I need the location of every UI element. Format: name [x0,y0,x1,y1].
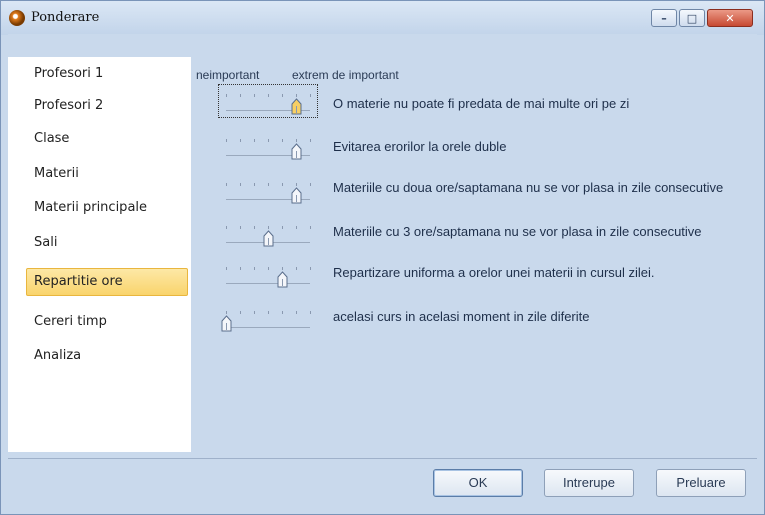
slider-tick [254,94,255,97]
importance-slider[interactable] [218,129,318,163]
slider-tick [282,139,283,142]
minimize-icon: – [661,11,667,25]
slider-tick [240,183,241,186]
slider-tick [268,267,269,270]
slider-tick [226,94,227,97]
slider-tick [282,94,283,97]
slider-tick [296,139,297,142]
slider-tick [254,226,255,229]
slider-tick [254,183,255,186]
slider-track [226,327,310,328]
scale-min-label: neimportant [196,68,260,82]
footer-divider [8,458,757,459]
constraint-label: Repartizare uniforma a orelor unei mater… [333,265,655,280]
sidebar-item-materii-principale[interactable]: Materii principale [26,194,196,222]
sidebar-item-clase[interactable]: Clase [26,125,196,153]
slider-tick [296,94,297,97]
importance-slider[interactable] [218,301,318,335]
slider-tick [268,226,269,229]
slider-tick [240,94,241,97]
slider-tick [296,226,297,229]
slider-tick [310,139,311,142]
slider-thumb[interactable] [291,98,302,115]
slider-tick [240,311,241,314]
slider-tick [268,139,269,142]
apply-button[interactable]: Preluare [656,469,746,497]
slider-thumb[interactable] [277,271,288,288]
slider-track [226,283,310,284]
slider-thumb[interactable] [221,315,232,332]
slider-tick [296,267,297,270]
constraint-label: Materiile cu doua ore/saptamana nu se vo… [333,180,724,195]
slider-tick [254,267,255,270]
slider-tick [254,139,255,142]
importance-slider[interactable] [218,173,318,207]
importance-slider[interactable] [218,257,318,291]
minimize-button[interactable]: – [651,9,677,27]
slider-tick [268,311,269,314]
sidebar-item-analiza[interactable]: Analiza [26,342,196,370]
importance-slider[interactable] [218,84,318,118]
slider-tick [296,311,297,314]
constraint-label: O materie nu poate fi predata de mai mul… [333,96,630,111]
maximize-icon: □ [686,11,698,25]
title-bar[interactable]: Ponderare – □ ✕ [1,1,764,35]
sidebar: Profesori 1 Profesori 2 Clase Materii Ma… [8,57,191,452]
constraint-label: Materiile cu 3 ore/saptamana nu se vor p… [333,224,702,239]
cancel-button[interactable]: Intrerupe [544,469,634,497]
slider-thumb[interactable] [291,187,302,204]
slider-tick [226,311,227,314]
close-button[interactable]: ✕ [707,9,753,27]
slider-tick [310,226,311,229]
slider-tick [240,226,241,229]
window-title: Ponderare [31,10,100,25]
slider-tick [310,311,311,314]
slider-tick [282,226,283,229]
slider-tick [268,183,269,186]
importance-slider[interactable] [218,216,318,250]
slider-tick [310,94,311,97]
slider-tick [254,311,255,314]
slider-tick [296,183,297,186]
constraint-label: acelasi curs in acelasi moment in zile d… [333,309,590,324]
slider-tick [240,267,241,270]
slider-thumb[interactable] [263,230,274,247]
sidebar-item-profesori-2[interactable]: Profesori 2 [26,92,196,120]
slider-tick [282,183,283,186]
slider-tick [226,139,227,142]
slider-tick [268,94,269,97]
slider-tick [226,183,227,186]
constraint-label: Evitarea erorilor la orele duble [333,139,507,154]
slider-tick [226,267,227,270]
slider-thumb[interactable] [291,143,302,160]
slider-tick [310,267,311,270]
app-icon [9,10,25,26]
close-icon: ✕ [725,11,735,25]
sidebar-item-materii[interactable]: Materii [26,160,196,188]
slider-tick [310,183,311,186]
sidebar-item-profesori-1[interactable]: Profesori 1 [26,60,196,88]
maximize-button[interactable]: □ [679,9,705,27]
slider-tick [282,267,283,270]
ok-button[interactable]: OK [433,469,523,497]
sidebar-item-cereri-timp[interactable]: Cereri timp [26,308,196,336]
slider-tick [240,139,241,142]
slider-tick [226,226,227,229]
sidebar-item-sali[interactable]: Sali [26,229,196,257]
sidebar-item-repartitie-ore[interactable]: Repartitie ore [26,268,188,296]
scale-max-label: extrem de important [292,68,399,82]
slider-tick [282,311,283,314]
